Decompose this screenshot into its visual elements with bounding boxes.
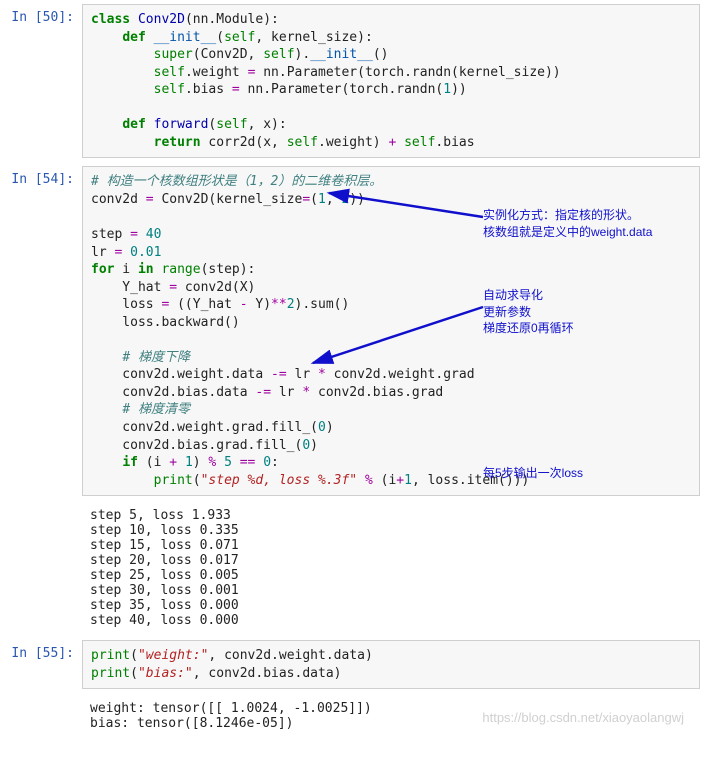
code-input-50[interactable]: class Conv2D(nn.Module): def __init__(se… [82, 4, 700, 158]
prompt-in-54: In [54]: [4, 166, 82, 187]
code-cell-54: In [54]: # 构造一个核数组形状是（1，2）的二维卷积层。 conv2d… [4, 166, 700, 496]
code-input-54[interactable]: # 构造一个核数组形状是（1，2）的二维卷积层。 conv2d = Conv2D… [82, 166, 700, 496]
code-cell-55: In [55]: print("weight:", conv2d.weight.… [4, 640, 700, 689]
output-cell-54: step 5, loss 1.933 step 10, loss 0.335 s… [4, 504, 700, 632]
prompt-in-55: In [55]: [4, 640, 82, 661]
annotation-instantiation: 实例化方式：指定核的形状。核数组就是定义中的weight.data [483, 207, 652, 239]
output-text-54: step 5, loss 1.933 step 10, loss 0.335 s… [82, 504, 700, 632]
prompt-out-55 [4, 697, 82, 703]
annotation-print-loss: 每5步输出一次loss [483, 465, 583, 481]
prompt-out-54 [4, 504, 82, 510]
notebook-frame: In [50]: class Conv2D(nn.Module): def __… [4, 4, 700, 735]
code-text-55: print("weight:", conv2d.weight.data) pri… [91, 647, 691, 682]
code-text-50: class Conv2D(nn.Module): def __init__(se… [91, 11, 691, 151]
code-cell-50: In [50]: class Conv2D(nn.Module): def __… [4, 4, 700, 158]
watermark-text: https://blog.csdn.net/xiaoyaolangwj [482, 710, 684, 725]
annotation-autograd: 自动求导化更新参数梯度还原0再循环 [483, 287, 574, 336]
code-input-55[interactable]: print("weight:", conv2d.weight.data) pri… [82, 640, 700, 689]
prompt-in-50: In [50]: [4, 4, 82, 25]
